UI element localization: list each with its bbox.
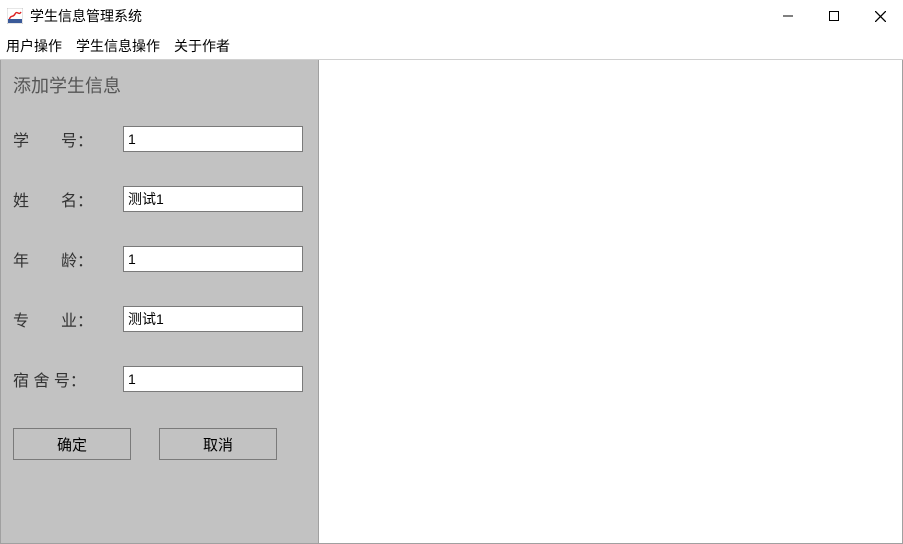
input-major[interactable]	[123, 306, 303, 332]
row-age: 年 龄：	[13, 246, 308, 272]
row-dorm: 宿 舍 号：	[13, 366, 308, 392]
close-button[interactable]	[857, 0, 903, 32]
label-dorm: 宿 舍 号：	[13, 367, 123, 391]
input-student-id[interactable]	[123, 126, 303, 152]
label-name: 姓 名：	[13, 187, 123, 211]
menubar: 用户操作 学生信息操作 关于作者	[0, 32, 903, 60]
input-dorm[interactable]	[123, 366, 303, 392]
maximize-button[interactable]	[811, 0, 857, 32]
row-name: 姓 名：	[13, 186, 308, 212]
titlebar: 学生信息管理系统	[0, 0, 903, 32]
form-panel: 添加学生信息 学 号： 姓 名： 年 龄： 专 业： 宿 舍 号： 确定 取消	[1, 60, 319, 543]
menu-about-author[interactable]: 关于作者	[174, 36, 230, 56]
menu-user-ops[interactable]: 用户操作	[6, 36, 62, 56]
input-age[interactable]	[123, 246, 303, 272]
window-title: 学生信息管理系统	[30, 6, 142, 26]
right-panel	[319, 60, 902, 543]
input-name[interactable]	[123, 186, 303, 212]
cancel-button[interactable]: 取消	[159, 428, 277, 460]
menu-student-info-ops[interactable]: 学生信息操作	[76, 36, 160, 56]
content-area: 添加学生信息 学 号： 姓 名： 年 龄： 专 业： 宿 舍 号： 确定 取消	[0, 60, 903, 544]
label-major: 专 业：	[13, 307, 123, 331]
ok-button[interactable]: 确定	[13, 428, 131, 460]
row-major: 专 业：	[13, 306, 308, 332]
window-controls	[765, 0, 903, 32]
app-icon	[6, 7, 24, 25]
minimize-button[interactable]	[765, 0, 811, 32]
button-row: 确定 取消	[13, 428, 308, 460]
label-age: 年 龄：	[13, 247, 123, 271]
row-student-id: 学 号：	[13, 126, 308, 152]
label-student-id: 学 号：	[13, 127, 123, 151]
form-title: 添加学生信息	[13, 72, 308, 98]
